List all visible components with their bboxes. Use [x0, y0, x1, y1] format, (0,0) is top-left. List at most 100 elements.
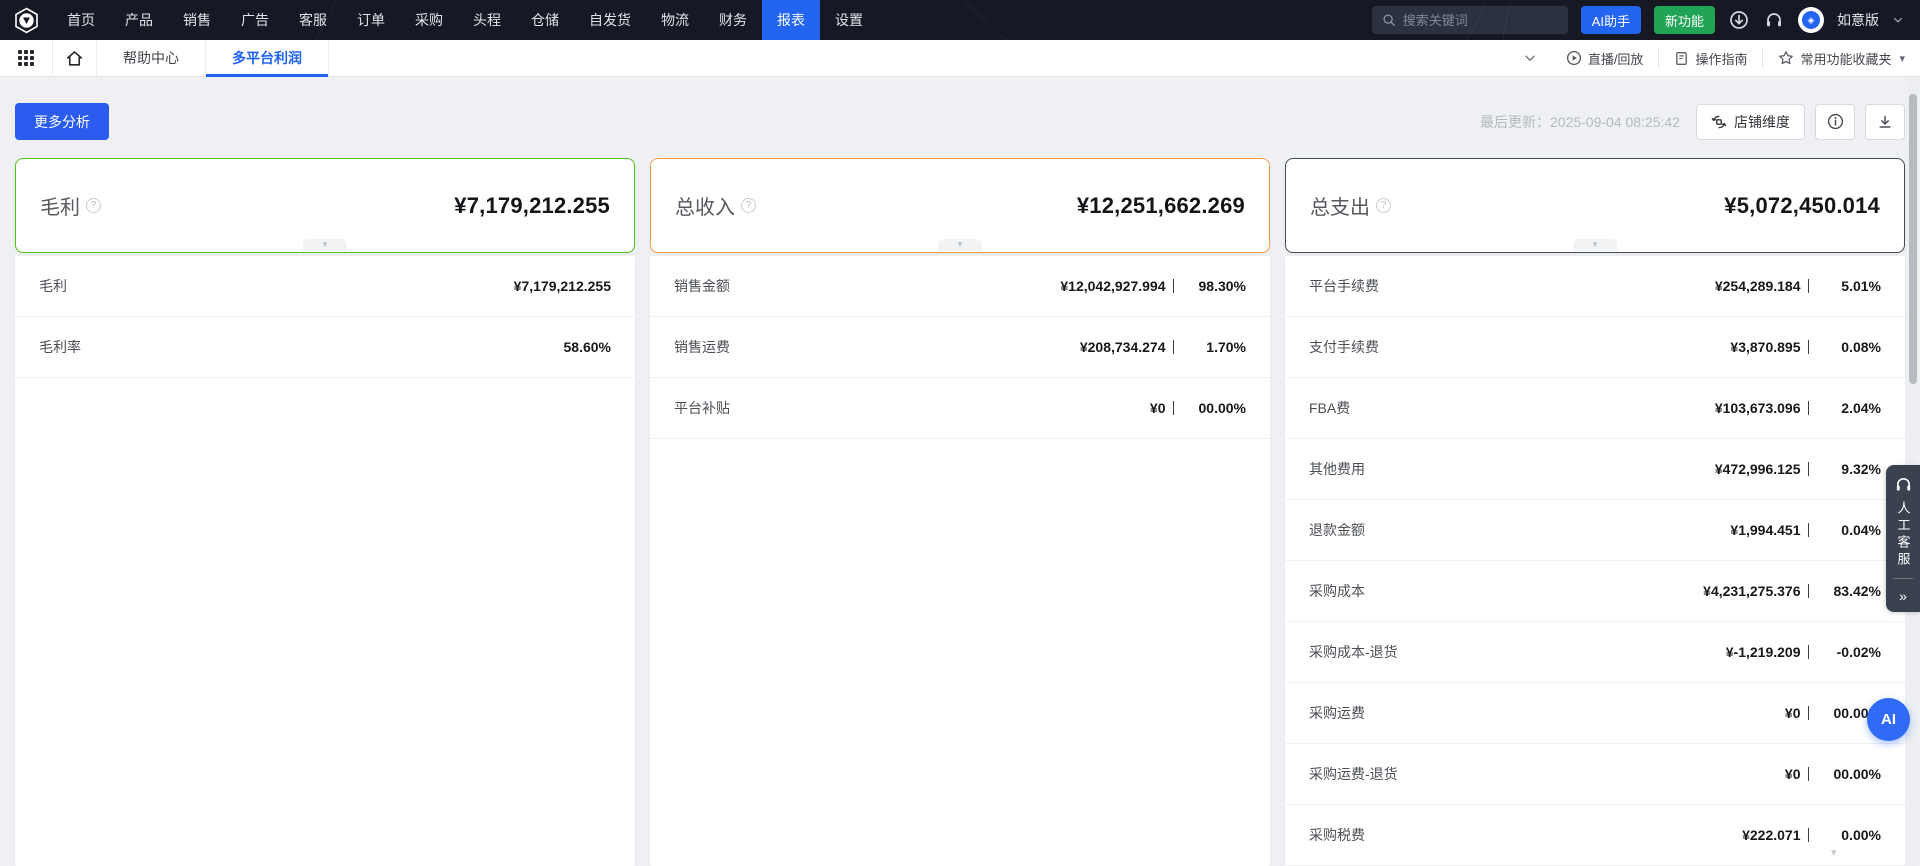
global-search[interactable]	[1372, 6, 1568, 34]
store-dimension-label: 店铺维度	[1734, 112, 1790, 132]
apps-grid-button[interactable]	[0, 40, 53, 76]
headset-icon	[1894, 475, 1913, 494]
nav-menu-item-label: 财务	[719, 10, 747, 30]
nav-menu-item[interactable]: 订单	[342, 0, 400, 40]
nav-menu-item[interactable]: 头程	[458, 0, 516, 40]
page-tab[interactable]: 多平台利润	[206, 40, 329, 76]
favorites-menu[interactable]: 常用功能收藏夹 ▾	[1762, 48, 1920, 68]
metric-card-title: 总收入	[675, 191, 735, 220]
help-icon[interactable]: ?	[1376, 198, 1391, 213]
nav-menu-item-label: 销售	[183, 10, 211, 30]
card-collapse-arrow[interactable]: ▾	[303, 239, 347, 251]
metric-row-value: ¥12,042,927.994	[1060, 278, 1165, 294]
metric-row-percent: 0.08%	[1809, 339, 1881, 355]
search-input[interactable]	[1403, 13, 1558, 28]
metric-row-value: ¥208,734.274	[1080, 339, 1166, 355]
new-features-button[interactable]: 新功能	[1654, 6, 1715, 34]
main-nav-menu: 首页 产品 销售 广告 客服 订单 采购	[52, 0, 878, 40]
metric-row-label: 毛利率	[39, 337, 81, 357]
metric-card-title: 毛利	[40, 191, 80, 220]
page-tab[interactable]: 帮助中心	[97, 40, 206, 76]
ai-floating-button[interactable]: AI	[1867, 698, 1910, 741]
metric-row-label: 支付手续费	[1309, 337, 1379, 357]
metric-card-total: ¥12,251,662.269	[1077, 193, 1245, 219]
star-icon	[1778, 50, 1794, 66]
help-icon[interactable]: ?	[86, 198, 101, 213]
metric-row-percent: 83.42%	[1809, 583, 1881, 599]
page-tab-label: 多平台利润	[232, 48, 302, 68]
live-replay-label: 直播/回放	[1588, 49, 1644, 68]
operation-guide-link[interactable]: 操作指南	[1658, 48, 1762, 68]
metric-row-label: 其他费用	[1309, 459, 1365, 479]
edition-label[interactable]: 如意版	[1837, 10, 1879, 30]
help-icon[interactable]: ?	[741, 198, 756, 213]
scrollbar-thumb[interactable]	[1909, 94, 1917, 384]
open-page-tabs: 帮助中心 多平台利润	[97, 40, 329, 76]
last-update-text: 最后更新：2025-09-04 08:25:42	[1480, 112, 1680, 132]
nav-menu-item[interactable]: 仓储	[516, 0, 574, 40]
topnav-right-cluster: AI助手 新功能 ◈ 如意版	[1372, 6, 1920, 34]
user-avatar[interactable]: ◈	[1798, 7, 1824, 33]
metric-row: 采购运费-退货 ¥0 00.00%	[1285, 744, 1905, 805]
metric-row: 毛利率 58.60%	[15, 317, 635, 378]
ai-assistant-button[interactable]: AI助手	[1581, 6, 1641, 34]
info-button[interactable]	[1815, 104, 1855, 140]
metric-row: 销售运费 ¥208,734.274 1.70%	[650, 317, 1270, 378]
nav-menu-item[interactable]: 广告	[226, 0, 284, 40]
nav-menu-item-label: 自发货	[589, 10, 631, 30]
home-icon	[65, 49, 84, 68]
nav-menu-item[interactable]: 产品	[110, 0, 168, 40]
metric-row-label: 采购成本-退货	[1309, 642, 1398, 662]
metric-row-value: ¥0	[1785, 766, 1801, 782]
collapse-panel-button[interactable]: »	[1886, 579, 1920, 612]
metric-row-label: 采购税费	[1309, 825, 1365, 845]
nav-menu-item[interactable]: 自发货	[574, 0, 646, 40]
grid-dots-icon	[18, 50, 34, 66]
metric-card-body: 销售金额 ¥12,042,927.994 98.30% 销售运费 ¥208,7	[650, 256, 1270, 866]
metric-row-label: 采购运费	[1309, 703, 1365, 723]
nav-menu-item[interactable]: 销售	[168, 0, 226, 40]
info-circle-icon	[1827, 113, 1844, 130]
metric-row-value: ¥103,673.096	[1715, 400, 1801, 416]
app-logo[interactable]	[0, 7, 52, 34]
home-tab-button[interactable]	[53, 40, 97, 76]
nav-menu-item-label: 物流	[661, 10, 689, 30]
metric-row-percent: 9.32%	[1809, 461, 1881, 477]
metric-row-value: ¥0	[1785, 705, 1801, 721]
headset-support-icon[interactable]	[1763, 9, 1785, 31]
nav-menu-item[interactable]: 客服	[284, 0, 342, 40]
edition-chevron-down-icon[interactable]	[1892, 14, 1904, 26]
tabs-collapse-chevron-icon[interactable]	[1509, 51, 1551, 65]
search-icon	[1382, 13, 1396, 27]
nav-menu-item[interactable]: 设置	[820, 0, 878, 40]
nav-menu-item[interactable]: 首页	[52, 0, 110, 40]
nav-menu-item[interactable]: 物流	[646, 0, 704, 40]
store-dimension-button[interactable]: 店铺维度	[1696, 104, 1805, 140]
metric-card-total: ¥7,179,212.255	[454, 193, 610, 219]
live-replay-link[interactable]: 直播/回放	[1551, 48, 1659, 68]
more-analysis-button[interactable]: 更多分析	[15, 103, 109, 140]
metric-row-percent: 2.04%	[1809, 400, 1881, 416]
nav-menu-item-label: 产品	[125, 10, 153, 30]
guide-doc-icon	[1674, 51, 1689, 66]
metric-card: 总支出 ? ¥5,072,450.014 ▾ 平台手续费 ¥254,289.18…	[1285, 158, 1905, 866]
metric-row-label: 毛利	[39, 276, 67, 296]
favorites-label: 常用功能收藏夹	[1800, 49, 1891, 68]
metric-row: 采购税费 ¥222.071 0.00%	[1285, 805, 1905, 866]
scroll-more-indicator: ▾	[1831, 846, 1837, 859]
nav-menu-item[interactable]: 财务	[704, 0, 762, 40]
metric-row-value: ¥222.071	[1742, 827, 1800, 843]
metric-row-percent: 0.04%	[1809, 522, 1881, 538]
updates-download-icon[interactable]	[1728, 9, 1750, 31]
customer-service-panel[interactable]: 人工客服 »	[1886, 465, 1920, 612]
nav-menu-item-label: 仓储	[531, 10, 559, 30]
nav-menu-item-label: 设置	[835, 10, 863, 30]
export-download-button[interactable]	[1865, 104, 1905, 140]
nav-menu-item[interactable]: 报表	[762, 0, 820, 40]
nav-menu-item-label: 客服	[299, 10, 327, 30]
metric-row: 销售金额 ¥12,042,927.994 98.30%	[650, 256, 1270, 317]
nav-menu-item[interactable]: 采购	[400, 0, 458, 40]
card-collapse-arrow[interactable]: ▾	[1573, 239, 1617, 251]
card-collapse-arrow[interactable]: ▾	[938, 239, 982, 251]
play-circle-icon	[1566, 50, 1582, 66]
